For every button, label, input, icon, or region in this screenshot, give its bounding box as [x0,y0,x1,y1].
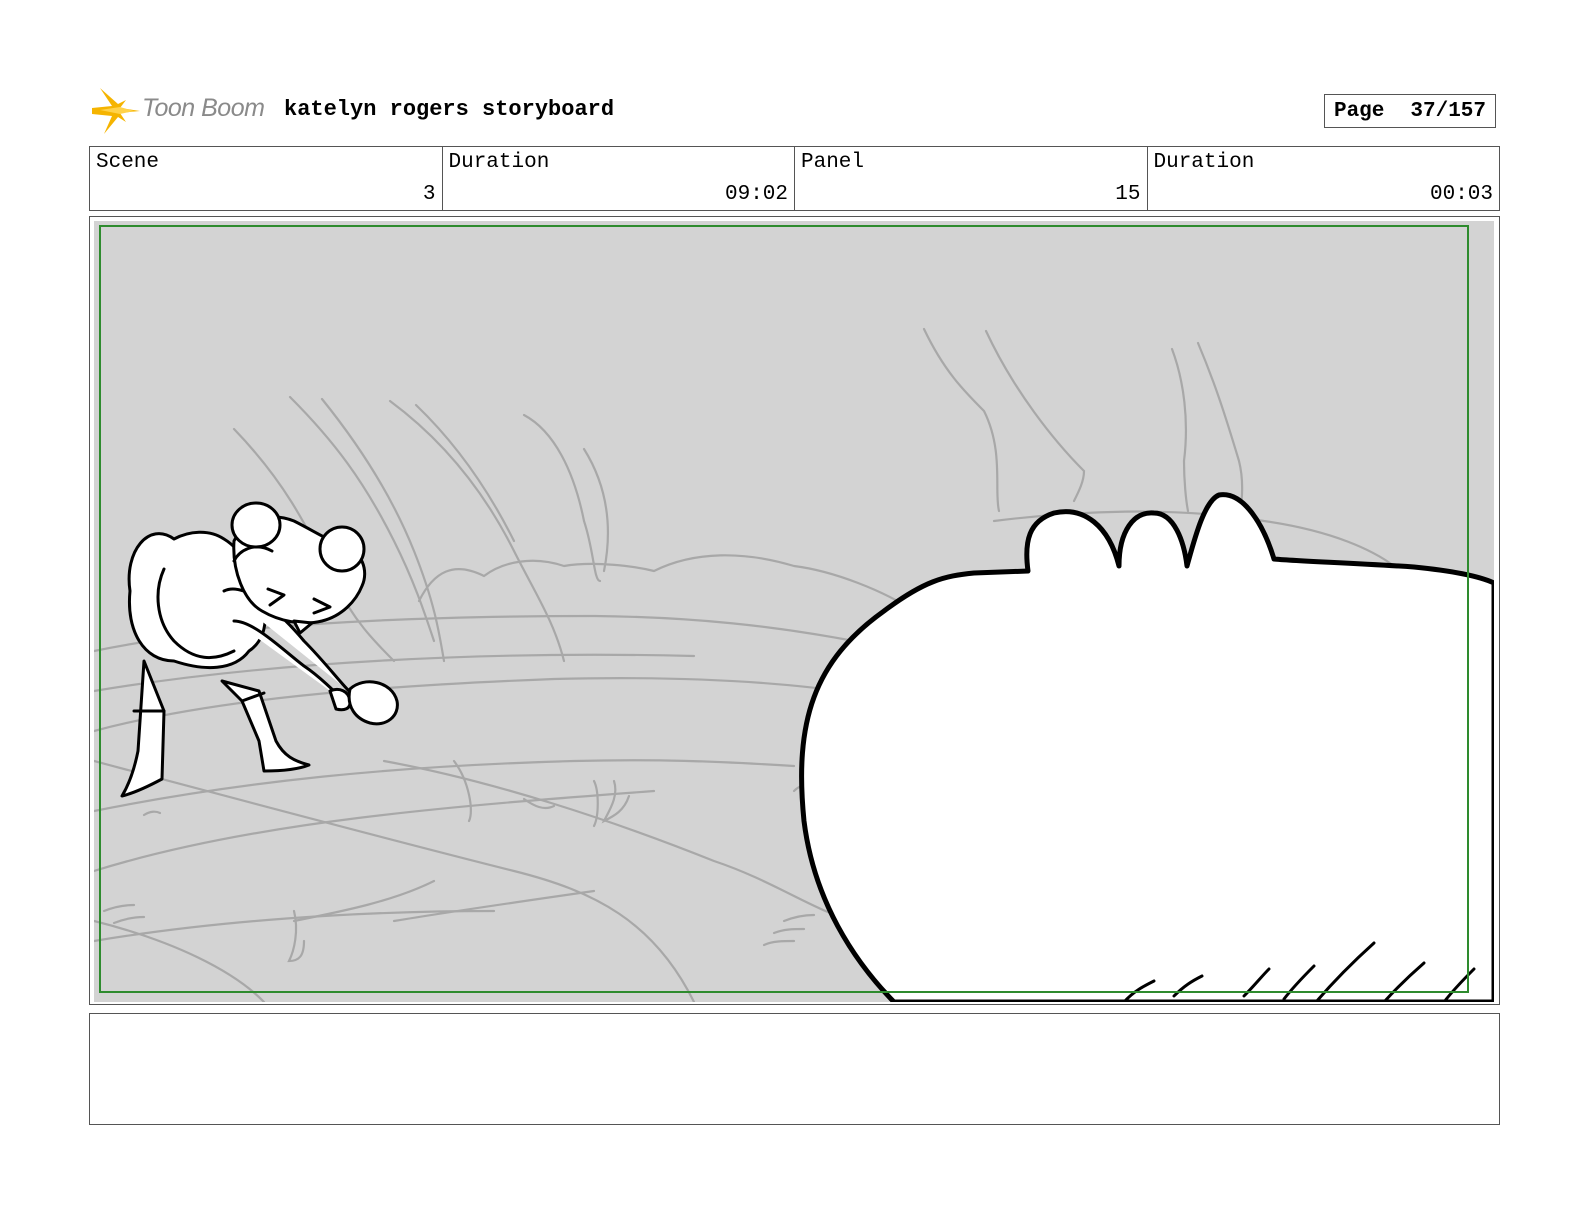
panel-value: 15 [1115,183,1141,206]
scene-duration-label: Duration [448,151,550,174]
page-label: Page [1333,99,1385,123]
page-indicator: Page 37/157 [1324,94,1496,128]
logo-text: Toon Boom [142,94,265,122]
scene-value: 3 [422,183,436,206]
panel-duration-value: 00:03 [1429,183,1493,206]
panel-info-row: Scene 3 Duration 09:02 Panel 15 Duration… [89,146,1500,211]
scene-cell: Scene 3 [90,147,443,210]
panel-artwork [94,221,1494,1002]
panel-duration-cell: Duration 00:03 [1148,147,1500,210]
panel-cell: Panel 15 [795,147,1148,210]
flare-icon [92,88,140,134]
storyboard-header: Toon Boom katelyn rogers storyboard Page… [90,86,1500,136]
toon-boom-logo: Toon Boom [90,86,270,136]
storyboard-title: katelyn rogers storyboard [284,97,615,122]
scene-duration-value: 09:02 [724,183,788,206]
panel-label: Panel [801,151,865,174]
scene-label: Scene [96,151,160,174]
panel-duration-label: Duration [1153,151,1255,174]
notes-box [89,1013,1500,1125]
scene-duration-cell: Duration 09:02 [443,147,795,210]
page-number: 37/157 [1410,99,1487,123]
